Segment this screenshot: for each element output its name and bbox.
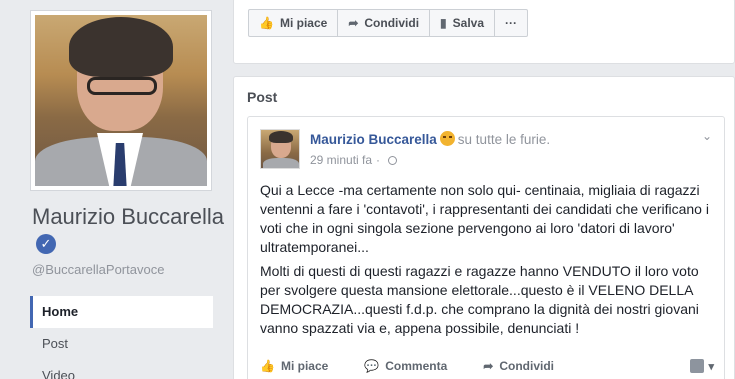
post-timestamp[interactable]: 29 minuti fa [310,153,372,167]
globe-icon [388,155,398,165]
comment-button[interactable]: 💬 Commenta [364,359,447,373]
post-paragraph-1: Qui a Lecce -ma certamente non solo qui-… [260,182,709,255]
save-page-button[interactable]: ▮ Salva [429,9,496,37]
post-paragraph-2: Molti di questi di questi ragazzi e raga… [260,263,699,336]
share-post-button[interactable]: ➦ Condividi [483,359,554,373]
thumbs-up-icon: 👍 [260,359,275,373]
profile-photo[interactable] [30,10,212,191]
angry-face-icon [439,131,455,146]
thumbs-up-icon: 👍 [259,16,274,30]
post-meta: 29 minuti fa · [310,153,398,167]
share-icon: ➦ [348,16,359,30]
author-avatar[interactable] [260,129,300,169]
post-body: Qui a Lecce -ma certamente non solo qui-… [260,181,720,343]
like-post-label: Mi piace [280,359,329,373]
verified-badge-icon: ✓ [36,234,56,254]
post-card: Maurizio Buccarella su tutte le furie. 29… [247,116,725,379]
post-header: Maurizio Buccarella su tutte le furie. [310,131,550,147]
comment-icon: 💬 [364,359,380,373]
post-feeling: su tutte le furie. [457,132,551,147]
comment-label: Commenta [385,359,448,373]
bookmark-icon: ▮ [440,16,447,30]
share-page-label: Condividi [364,16,420,30]
post-actions: 👍 Mi piace 💬 Commenta ➦ Condividi ▾ [260,359,714,373]
chevron-down-icon[interactable]: ⌄ [702,129,712,143]
post-author-link[interactable]: Maurizio Buccarella [310,132,437,147]
like-page-button[interactable]: 👍 Mi piace [248,9,339,37]
like-post-button[interactable]: 👍 Mi piace [260,359,328,373]
save-page-label: Salva [452,16,485,30]
page-actions-card: 👍 Mi piace ➦ Condividi ▮ Salva ··· [233,0,735,64]
more-options-button[interactable]: ··· [494,9,529,37]
sidebar-item-video[interactable]: Video [30,360,213,379]
page-name-text[interactable]: Maurizio Buccarella [32,204,224,229]
like-page-label: Mi piace [279,16,328,30]
meta-separator: · [376,153,381,167]
share-post-label: Condividi [499,359,555,373]
share-page-button[interactable]: ➦ Condividi [337,9,431,37]
sidebar-item-home[interactable]: Home [30,296,213,328]
page-title[interactable]: Maurizio Buccarella ✓ [32,204,232,256]
share-icon: ➦ [483,359,494,373]
section-title: Post [247,89,278,105]
audience-avatar-icon [690,359,705,373]
page-actions: 👍 Mi piace ➦ Condividi ▮ Salva ··· [248,9,529,37]
caret-down-icon: ▾ [708,360,714,373]
sidebar-nav: Home Post Video [30,296,213,379]
page-handle[interactable]: @BuccarellaPortavoce [32,262,164,277]
more-icon: ··· [505,16,518,30]
sidebar-item-post[interactable]: Post [30,328,213,360]
audience-selector[interactable]: ▾ [690,359,714,373]
